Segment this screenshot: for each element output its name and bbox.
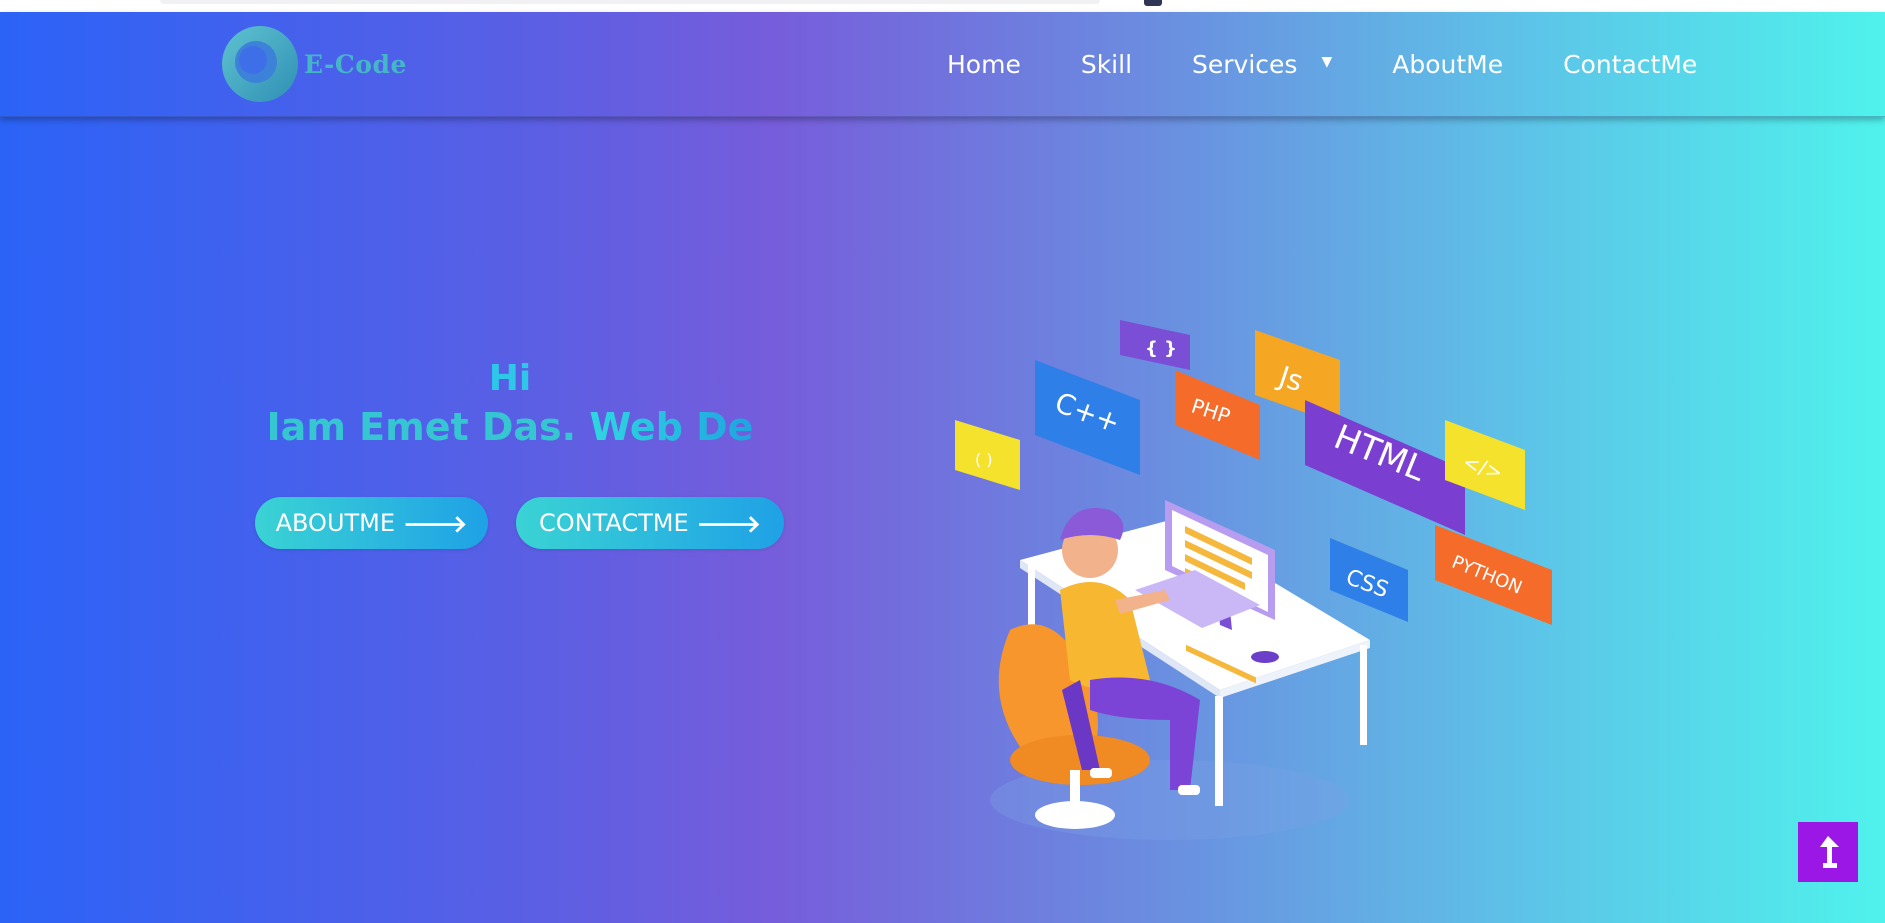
tag-cpp-icon: C++ <box>1035 360 1140 475</box>
logo-text: E-Code <box>304 49 407 79</box>
arrow-up-icon <box>1820 836 1839 868</box>
contactme-button-label: CONTACTME <box>538 509 689 537</box>
scroll-to-top-button[interactable] <box>1798 822 1858 882</box>
svg-text:( ): ( ) <box>975 450 993 469</box>
tag-parens-icon: ( ) <box>955 420 1020 490</box>
nav-skill[interactable]: Skill <box>1081 50 1132 79</box>
logo-ring-icon <box>220 24 300 104</box>
developer-illustration: { } C++ PHP Js HTML </> ( ) CSS PYTHON <box>940 300 1560 850</box>
nav-menu: Home Skill Services ▼ AboutMe ContactMe <box>947 12 1697 116</box>
browser-top-strip <box>0 0 1885 12</box>
top-scroll-track <box>160 0 1100 4</box>
arrow-right-icon: 🡒 <box>696 509 762 538</box>
top-indicator <box>1144 0 1162 6</box>
logo[interactable]: E-Code <box>220 24 407 104</box>
nav-contactme[interactable]: ContactMe <box>1563 50 1697 79</box>
nav-aboutme[interactable]: AboutMe <box>1392 50 1503 79</box>
contactme-button[interactable]: CONTACTME 🡒 <box>516 497 784 549</box>
aboutme-button-label: ABOUTME <box>275 509 396 537</box>
tag-html-icon: HTML <box>1305 400 1465 535</box>
navbar: E-Code Home Skill Services ▼ AboutMe Con… <box>0 12 1885 117</box>
nav-services[interactable]: Services ▼ <box>1192 50 1332 79</box>
tag-css-icon: CSS <box>1330 538 1408 622</box>
hero-heading: Hi Iam Emet Das. Web De <box>250 354 770 450</box>
hero-typed-role: Web De <box>589 405 754 449</box>
chevron-down-icon: ▼ <box>1321 54 1333 70</box>
hero-intro-line: Iam Emet Das. Web De <box>250 404 770 450</box>
tag-braces-icon: { } <box>1120 320 1190 370</box>
aboutme-button[interactable]: ABOUTME 🡒 <box>255 497 488 549</box>
tag-php-icon: PHP <box>1175 370 1260 460</box>
arrow-right-icon: 🡒 <box>403 509 468 538</box>
hero-name: Iam Emet Das. <box>266 405 577 449</box>
hero-greeting: Hi <box>488 358 532 399</box>
svg-text:{ }: { } <box>1145 338 1177 359</box>
nav-services-label: Services <box>1192 49 1298 79</box>
nav-home[interactable]: Home <box>947 50 1021 79</box>
tag-python-icon: PYTHON <box>1435 525 1552 625</box>
